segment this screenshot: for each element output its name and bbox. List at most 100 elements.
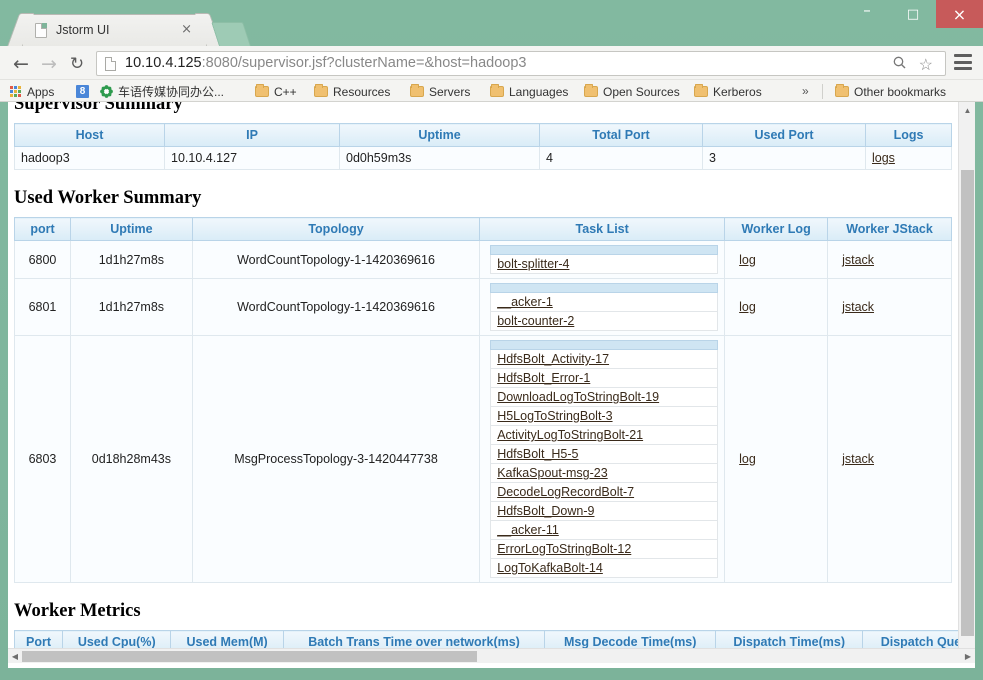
cell-logs: logs [865, 146, 952, 170]
vertical-scrollbar-thumb[interactable] [961, 170, 974, 636]
cell-worker-log: log [724, 335, 829, 583]
folder-icon [314, 84, 328, 97]
bookmark-star-icon[interactable]: ☆ [919, 55, 933, 75]
horizontal-scrollbar[interactable]: ◀ ▶ [8, 648, 975, 663]
browser-window: – □ × Jstorm UI × ← → ↻ 10.10.4.125:8080… [0, 0, 983, 680]
address-bar[interactable]: 10.10.4.125:8080/supervisor.jsf?clusterN… [96, 51, 946, 76]
bookmark-cheyu[interactable]: 车语传媒协同办公... [100, 83, 224, 100]
col-worker-log: Worker Log [724, 217, 829, 241]
cell-worker-jstack: jstack [827, 278, 952, 336]
bookmark-languages[interactable]: Languages [490, 83, 568, 100]
task-row: __acker-11 [490, 520, 719, 540]
task-cell: HdfsBolt_Down-9 [490, 501, 719, 521]
bookmark-google[interactable]: 8 [76, 83, 89, 100]
bookmarks-overflow-icon[interactable]: » [802, 84, 809, 98]
task-link[interactable]: H5LogToStringBolt-3 [497, 409, 612, 423]
task-row: bolt-splitter-4 [490, 254, 719, 274]
task-cell: HdfsBolt_H5-5 [490, 444, 719, 464]
col-host: Host [14, 123, 165, 147]
bookmark-kerberos[interactable]: Kerberos [694, 83, 762, 100]
task-list-table: __acker-1 bolt-counter-2 [490, 283, 719, 331]
task-list-table: HdfsBolt_Activity-17 HdfsBolt_Error-1 Do… [490, 340, 719, 578]
task-row: bolt-counter-2 [490, 311, 719, 331]
horizontal-scrollbar-thumb[interactable] [22, 651, 477, 662]
worker-log-link[interactable]: log [739, 253, 756, 267]
scroll-left-arrow-icon[interactable]: ◀ [8, 649, 22, 664]
folder-icon [255, 84, 269, 97]
worker-jstack-link[interactable]: jstack [842, 452, 874, 466]
col-logs: Logs [865, 123, 952, 147]
worker-jstack-link[interactable]: jstack [842, 300, 874, 314]
browser-toolbar: ← → ↻ 10.10.4.125:8080/supervisor.jsf?cl… [0, 46, 983, 80]
task-link[interactable]: __acker-1 [497, 295, 553, 309]
task-link[interactable]: ActivityLogToStringBolt-21 [497, 428, 643, 442]
bookmark-servers[interactable]: Servers [410, 83, 470, 100]
task-row: HdfsBolt_Error-1 [490, 368, 719, 388]
bookmark-cpp[interactable]: C++ [255, 83, 297, 100]
scroll-up-arrow-icon[interactable]: ▲ [959, 102, 976, 119]
task-row: LogToKafkaBolt-14 [490, 558, 719, 578]
task-link[interactable]: HdfsBolt_Activity-17 [497, 352, 609, 366]
close-tab-icon[interactable]: × [181, 22, 192, 37]
task-link[interactable]: bolt-counter-2 [497, 314, 574, 328]
worker-log-link[interactable]: log [739, 300, 756, 314]
task-link[interactable]: LogToKafkaBolt-14 [497, 561, 603, 575]
table-header-row: Host IP Uptime Total Port Used Port Logs [14, 123, 952, 147]
cell-used-port: 3 [702, 146, 866, 170]
supervisor-summary-table: Host IP Uptime Total Port Used Port Logs… [14, 123, 952, 170]
task-link[interactable]: ErrorLogToStringBolt-12 [497, 542, 631, 556]
task-link[interactable]: bolt-splitter-4 [497, 257, 569, 271]
task-cell: HdfsBolt_Error-1 [490, 368, 719, 388]
bookmark-resources[interactable]: Resources [314, 83, 390, 100]
bookmarks-separator [822, 84, 823, 99]
cell-uptime: 0d0h59m3s [339, 146, 540, 170]
vertical-scrollbar[interactable]: ▲ ▼ [958, 102, 975, 663]
task-link[interactable]: DownloadLogToStringBolt-19 [497, 390, 659, 404]
task-link[interactable]: DecodeLogRecordBolt-7 [497, 485, 634, 499]
bookmark-other-bookmarks[interactable]: Other bookmarks [835, 83, 946, 100]
worker-log-link[interactable]: log [739, 452, 756, 466]
table-row: 6800 1d1h27m8s WordCountTopology-1-14203… [14, 240, 952, 279]
folder-icon [835, 84, 849, 97]
cell-topology: MsgProcessTopology-3-1420447738 [191, 335, 481, 583]
bookmark-label: Open Sources [603, 84, 680, 99]
table-row: 6801 1d1h27m8s WordCountTopology-1-14203… [14, 278, 952, 336]
bookmark-label: 车语传媒协同办公... [118, 85, 225, 99]
task-list-header [490, 340, 719, 350]
cell-task-list: __acker-1 bolt-counter-2 [479, 278, 726, 336]
new-tab-button[interactable] [211, 22, 251, 46]
supervisor-summary-heading: Supervisor Summary [14, 102, 183, 114]
cell-uptime: 0d18h28m43s [69, 335, 193, 583]
reload-icon[interactable]: ↻ [66, 53, 88, 75]
cell-host: hadoop3 [14, 146, 165, 170]
folder-icon [410, 84, 424, 97]
apps-grid-icon [10, 85, 22, 98]
page-info-icon [105, 57, 116, 71]
task-link[interactable]: KafkaSpout-msg-23 [497, 466, 607, 480]
task-link[interactable]: HdfsBolt_Down-9 [497, 504, 594, 518]
cell-uptime: 1d1h27m8s [69, 278, 193, 336]
tab-jstorm-ui[interactable]: Jstorm UI × [22, 14, 207, 46]
task-link[interactable]: __acker-11 [497, 523, 559, 537]
used-worker-summary-heading: Used Worker Summary [14, 188, 202, 208]
page-viewport: Supervisor Summary Host IP Uptime Total … [8, 102, 975, 663]
task-row: HdfsBolt_H5-5 [490, 444, 719, 464]
task-link[interactable]: HdfsBolt_H5-5 [497, 447, 578, 461]
back-arrow-icon[interactable]: ← [10, 53, 32, 75]
bookmark-open-sources[interactable]: Open Sources [584, 83, 680, 100]
task-cell: __acker-11 [490, 520, 719, 540]
task-link[interactable]: HdfsBolt_Error-1 [497, 371, 590, 385]
worker-metrics-heading: Worker Metrics [14, 601, 141, 621]
task-cell: LogToKafkaBolt-14 [490, 558, 719, 578]
scroll-right-arrow-icon[interactable]: ▶ [961, 649, 975, 664]
task-cell: DownloadLogToStringBolt-19 [490, 387, 719, 407]
magnifier-icon[interactable] [892, 55, 907, 74]
forward-arrow-icon[interactable]: → [38, 53, 60, 75]
logs-link[interactable]: logs [872, 151, 895, 165]
worker-jstack-link[interactable]: jstack [842, 253, 874, 267]
hamburger-menu-icon[interactable] [954, 54, 972, 70]
cell-ip: 10.10.4.127 [164, 146, 340, 170]
col-uptime: Uptime [339, 123, 540, 147]
cell-worker-log: log [724, 278, 829, 336]
bookmark-apps[interactable]: Apps [10, 83, 54, 100]
